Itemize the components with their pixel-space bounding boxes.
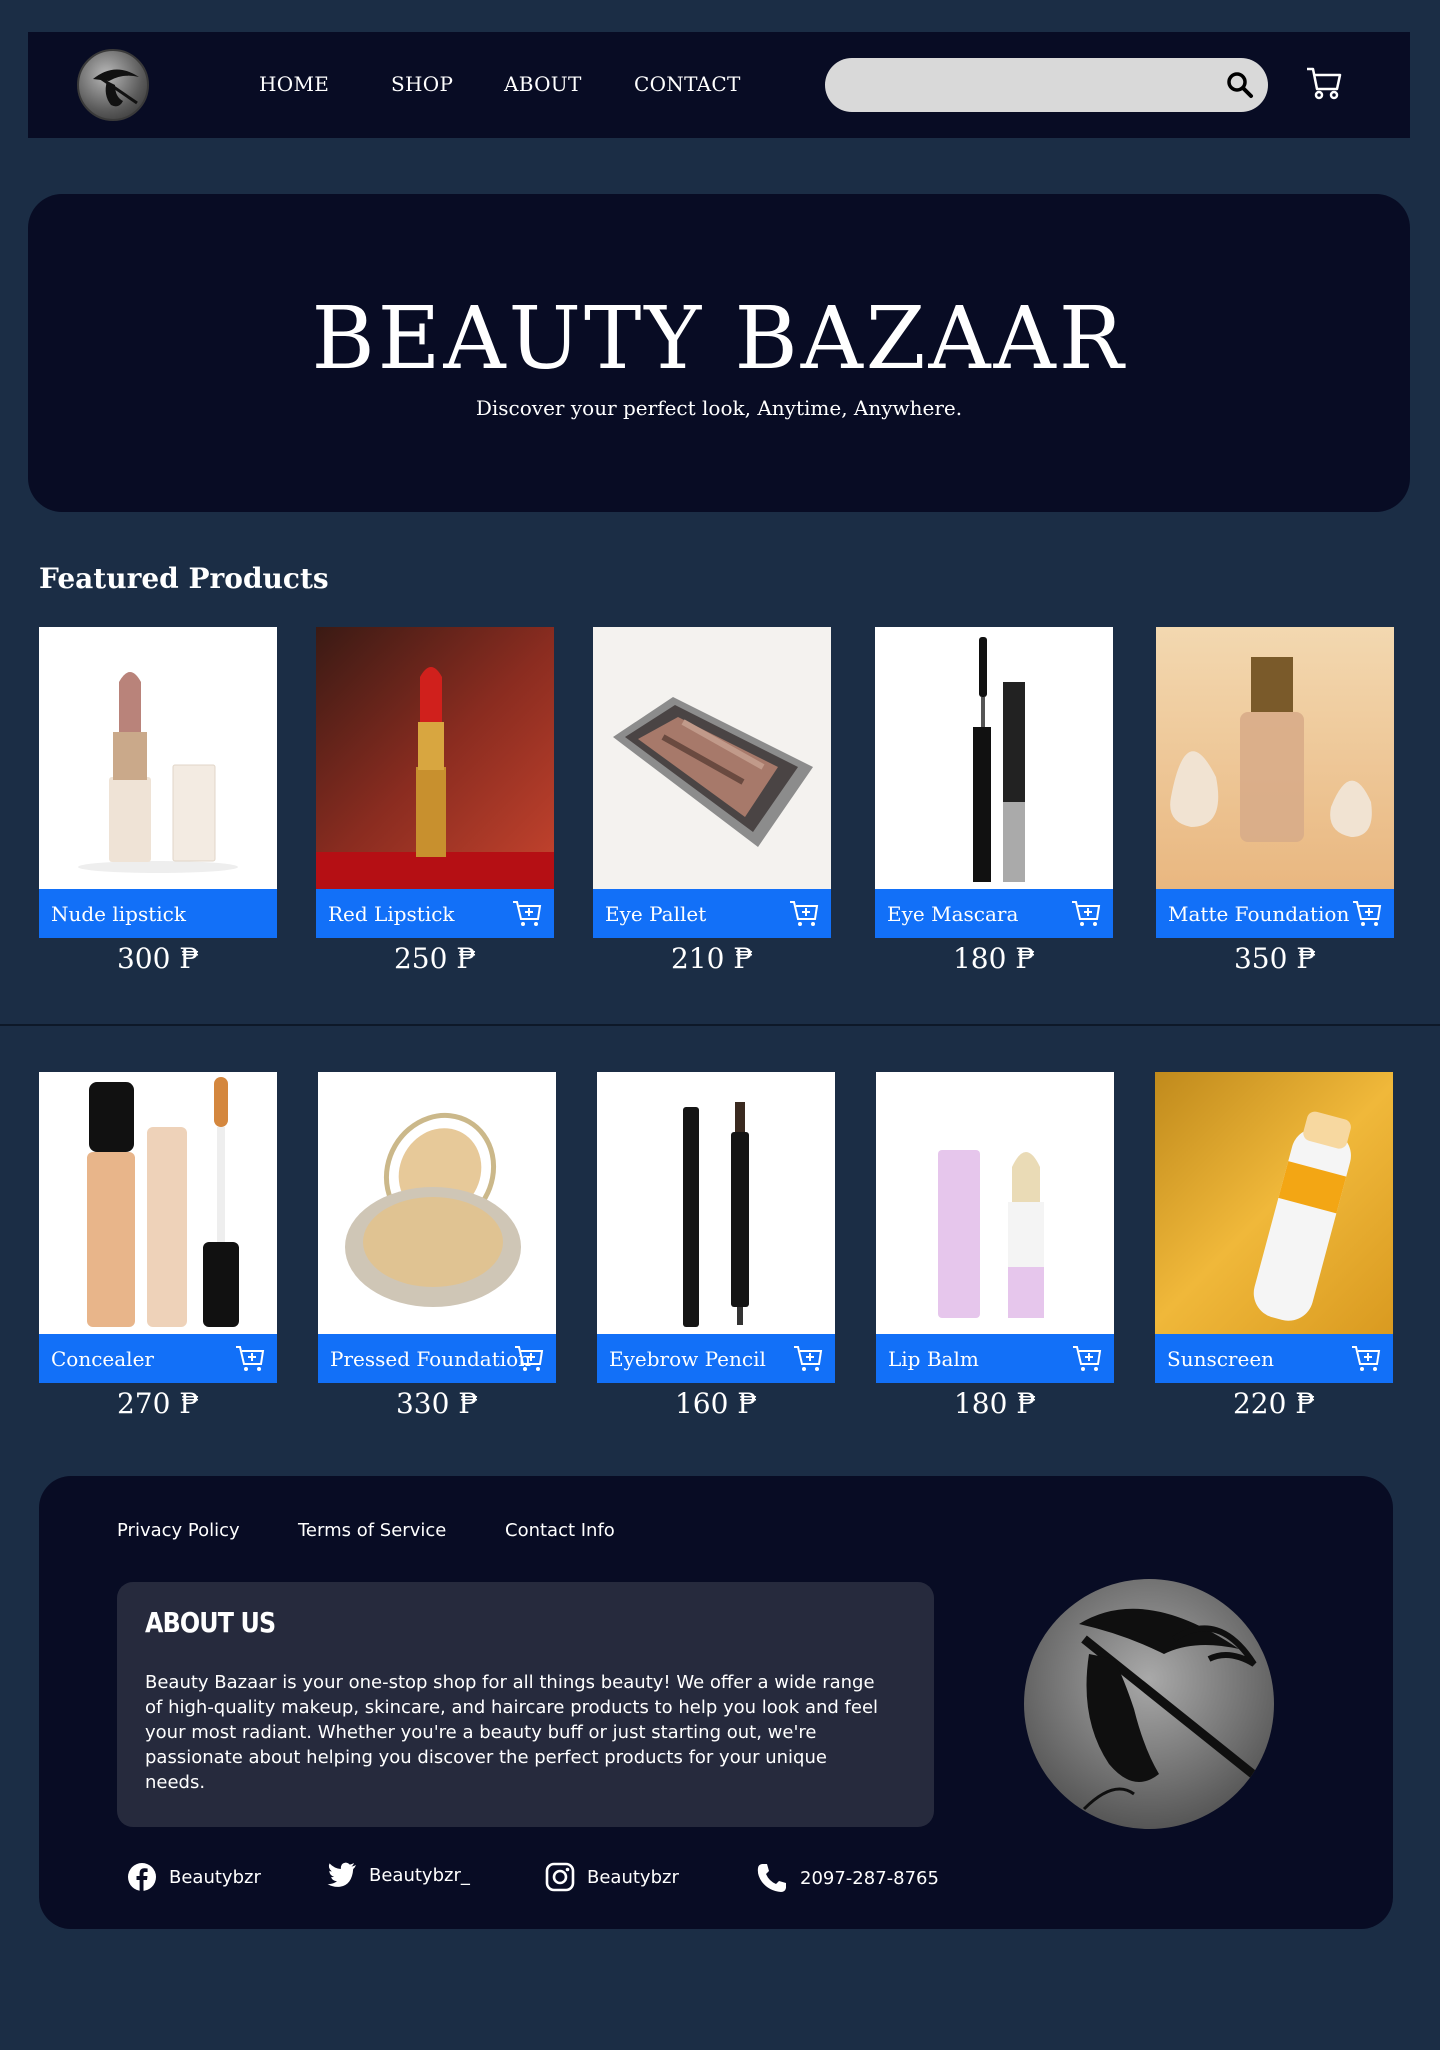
add-to-cart-icon[interactable] — [235, 1344, 265, 1372]
product-price: 210 ₱ — [670, 942, 754, 975]
product-image[interactable] — [316, 627, 554, 889]
product-bar: Eye Pallet — [593, 889, 831, 938]
product-price: 350 ₱ — [1233, 942, 1317, 975]
product-image[interactable] — [318, 1072, 556, 1334]
product-card[interactable]: Concealer 270 ₱ — [39, 1072, 277, 1420]
product-image[interactable] — [597, 1072, 835, 1334]
add-to-cart-icon[interactable] — [1351, 1344, 1381, 1372]
privacy-policy-link[interactable]: Privacy Policy — [117, 1520, 240, 1541]
product-bar: Lip Balm — [876, 1334, 1114, 1383]
add-to-cart-icon[interactable] — [512, 899, 542, 927]
product-image[interactable] — [1155, 1072, 1393, 1334]
product-bar: Nude lipstick — [39, 889, 277, 938]
product-price: 270 ₱ — [116, 1387, 200, 1420]
nav-contact[interactable]: CONTACT — [634, 72, 741, 96]
product-bar: Pressed Foundation — [318, 1334, 556, 1383]
phone-link[interactable]: 2097-287-8765 — [756, 1862, 939, 1894]
divider — [0, 1024, 1440, 1026]
product-card[interactable]: Eye Mascara 180 ₱ — [875, 627, 1113, 975]
hero-banner: BEAUTY BAZAAR Discover your perfect look… — [28, 194, 1410, 512]
product-price: 180 ₱ — [952, 942, 1036, 975]
product-image[interactable] — [875, 627, 1113, 889]
product-bar: Sunscreen — [1155, 1334, 1393, 1383]
search-icon[interactable] — [1226, 71, 1254, 99]
product-price: 330 ₱ — [395, 1387, 479, 1420]
product-image[interactable] — [876, 1072, 1114, 1334]
logo-icon[interactable] — [77, 49, 149, 121]
product-name: Concealer — [51, 1347, 154, 1371]
product-price: 220 ₱ — [1232, 1387, 1316, 1420]
top-nav: HOME SHOP ABOUT CONTACT — [28, 32, 1410, 138]
product-price: 300 ₱ — [116, 942, 200, 975]
product-name: Eye Mascara — [887, 902, 1019, 926]
product-card[interactable]: Eye Pallet 210 ₱ — [593, 627, 831, 975]
twitter-handle: Beautybzr_ — [369, 1864, 470, 1886]
product-price: 250 ₱ — [393, 942, 477, 975]
product-card[interactable]: Nude lipstick 300 ₱ — [39, 627, 277, 975]
twitter-icon — [327, 1862, 356, 1887]
nav-home[interactable]: HOME — [259, 72, 329, 96]
terms-of-service-link[interactable]: Terms of Service — [298, 1520, 446, 1541]
instagram-icon — [545, 1862, 575, 1892]
product-bar: Red Lipstick — [316, 889, 554, 938]
product-image[interactable] — [1156, 627, 1394, 889]
about-us-title: ABOUT US — [145, 1606, 276, 1639]
product-card[interactable]: Red Lipstick 250 ₱ — [316, 627, 554, 975]
product-image[interactable] — [39, 627, 277, 889]
hero-subtitle: Discover your perfect look, Anytime, Any… — [475, 396, 963, 420]
logo-woman-hat-icon — [1024, 1579, 1274, 1829]
product-price: 180 ₱ — [953, 1387, 1037, 1420]
product-card[interactable]: Pressed Foundation 330 ₱ — [318, 1072, 556, 1420]
nav-about[interactable]: ABOUT — [504, 72, 582, 96]
product-name: Red Lipstick — [328, 902, 455, 926]
facebook-link[interactable]: Beautybzr — [127, 1862, 261, 1892]
product-bar: Matte Foundation — [1156, 889, 1394, 938]
add-to-cart-icon[interactable] — [793, 1344, 823, 1372]
product-name: Eye Pallet — [605, 902, 707, 926]
product-name: Sunscreen — [1167, 1347, 1275, 1371]
section-title: Featured Products — [39, 562, 329, 595]
phone-icon — [757, 1864, 786, 1892]
product-bar: Eye Mascara — [875, 889, 1113, 938]
product-bar: Eyebrow Pencil — [597, 1334, 835, 1383]
add-to-cart-icon[interactable] — [1071, 899, 1101, 927]
nav-shop[interactable]: SHOP — [391, 72, 453, 96]
hero-title: BEAUTY BAZAAR — [311, 289, 1127, 389]
instagram-link[interactable]: Beautybzr — [545, 1862, 679, 1892]
product-card[interactable]: Lip Balm 180 ₱ — [876, 1072, 1114, 1420]
facebook-icon — [128, 1863, 156, 1891]
about-us-text: Beauty Bazaar is your one-stop shop for … — [145, 1672, 879, 1793]
product-name: Eyebrow Pencil — [609, 1347, 766, 1371]
product-name: Pressed Foundation — [330, 1347, 532, 1371]
footer: Privacy Policy Terms of Service Contact … — [39, 1476, 1393, 1929]
search-input[interactable] — [825, 58, 1268, 112]
phone-number: 2097-287-8765 — [800, 1867, 939, 1889]
add-to-cart-icon[interactable] — [1352, 899, 1382, 927]
add-to-cart-icon[interactable] — [789, 899, 819, 927]
cart-icon[interactable] — [1304, 62, 1344, 102]
product-name: Lip Balm — [888, 1347, 979, 1371]
product-image[interactable] — [593, 627, 831, 889]
contact-info-link[interactable]: Contact Info — [505, 1520, 615, 1541]
product-card[interactable]: Sunscreen 220 ₱ — [1155, 1072, 1393, 1420]
twitter-link[interactable]: Beautybzr_ — [327, 1862, 470, 1888]
product-card[interactable]: Matte Foundation 350 ₱ — [1156, 627, 1394, 975]
facebook-handle: Beautybzr — [169, 1866, 261, 1888]
product-card[interactable]: Eyebrow Pencil 160 ₱ — [597, 1072, 835, 1420]
product-name: Matte Foundation — [1168, 902, 1350, 926]
about-us-panel: ABOUT US Beauty Bazaar is your one-stop … — [117, 1582, 934, 1827]
product-price: 160 ₱ — [674, 1387, 758, 1420]
product-name: Nude lipstick — [51, 902, 186, 926]
add-to-cart-icon[interactable] — [514, 1344, 544, 1372]
instagram-handle: Beautybzr — [587, 1866, 679, 1888]
add-to-cart-icon[interactable] — [1072, 1344, 1102, 1372]
product-bar: Concealer — [39, 1334, 277, 1383]
product-image[interactable] — [39, 1072, 277, 1334]
